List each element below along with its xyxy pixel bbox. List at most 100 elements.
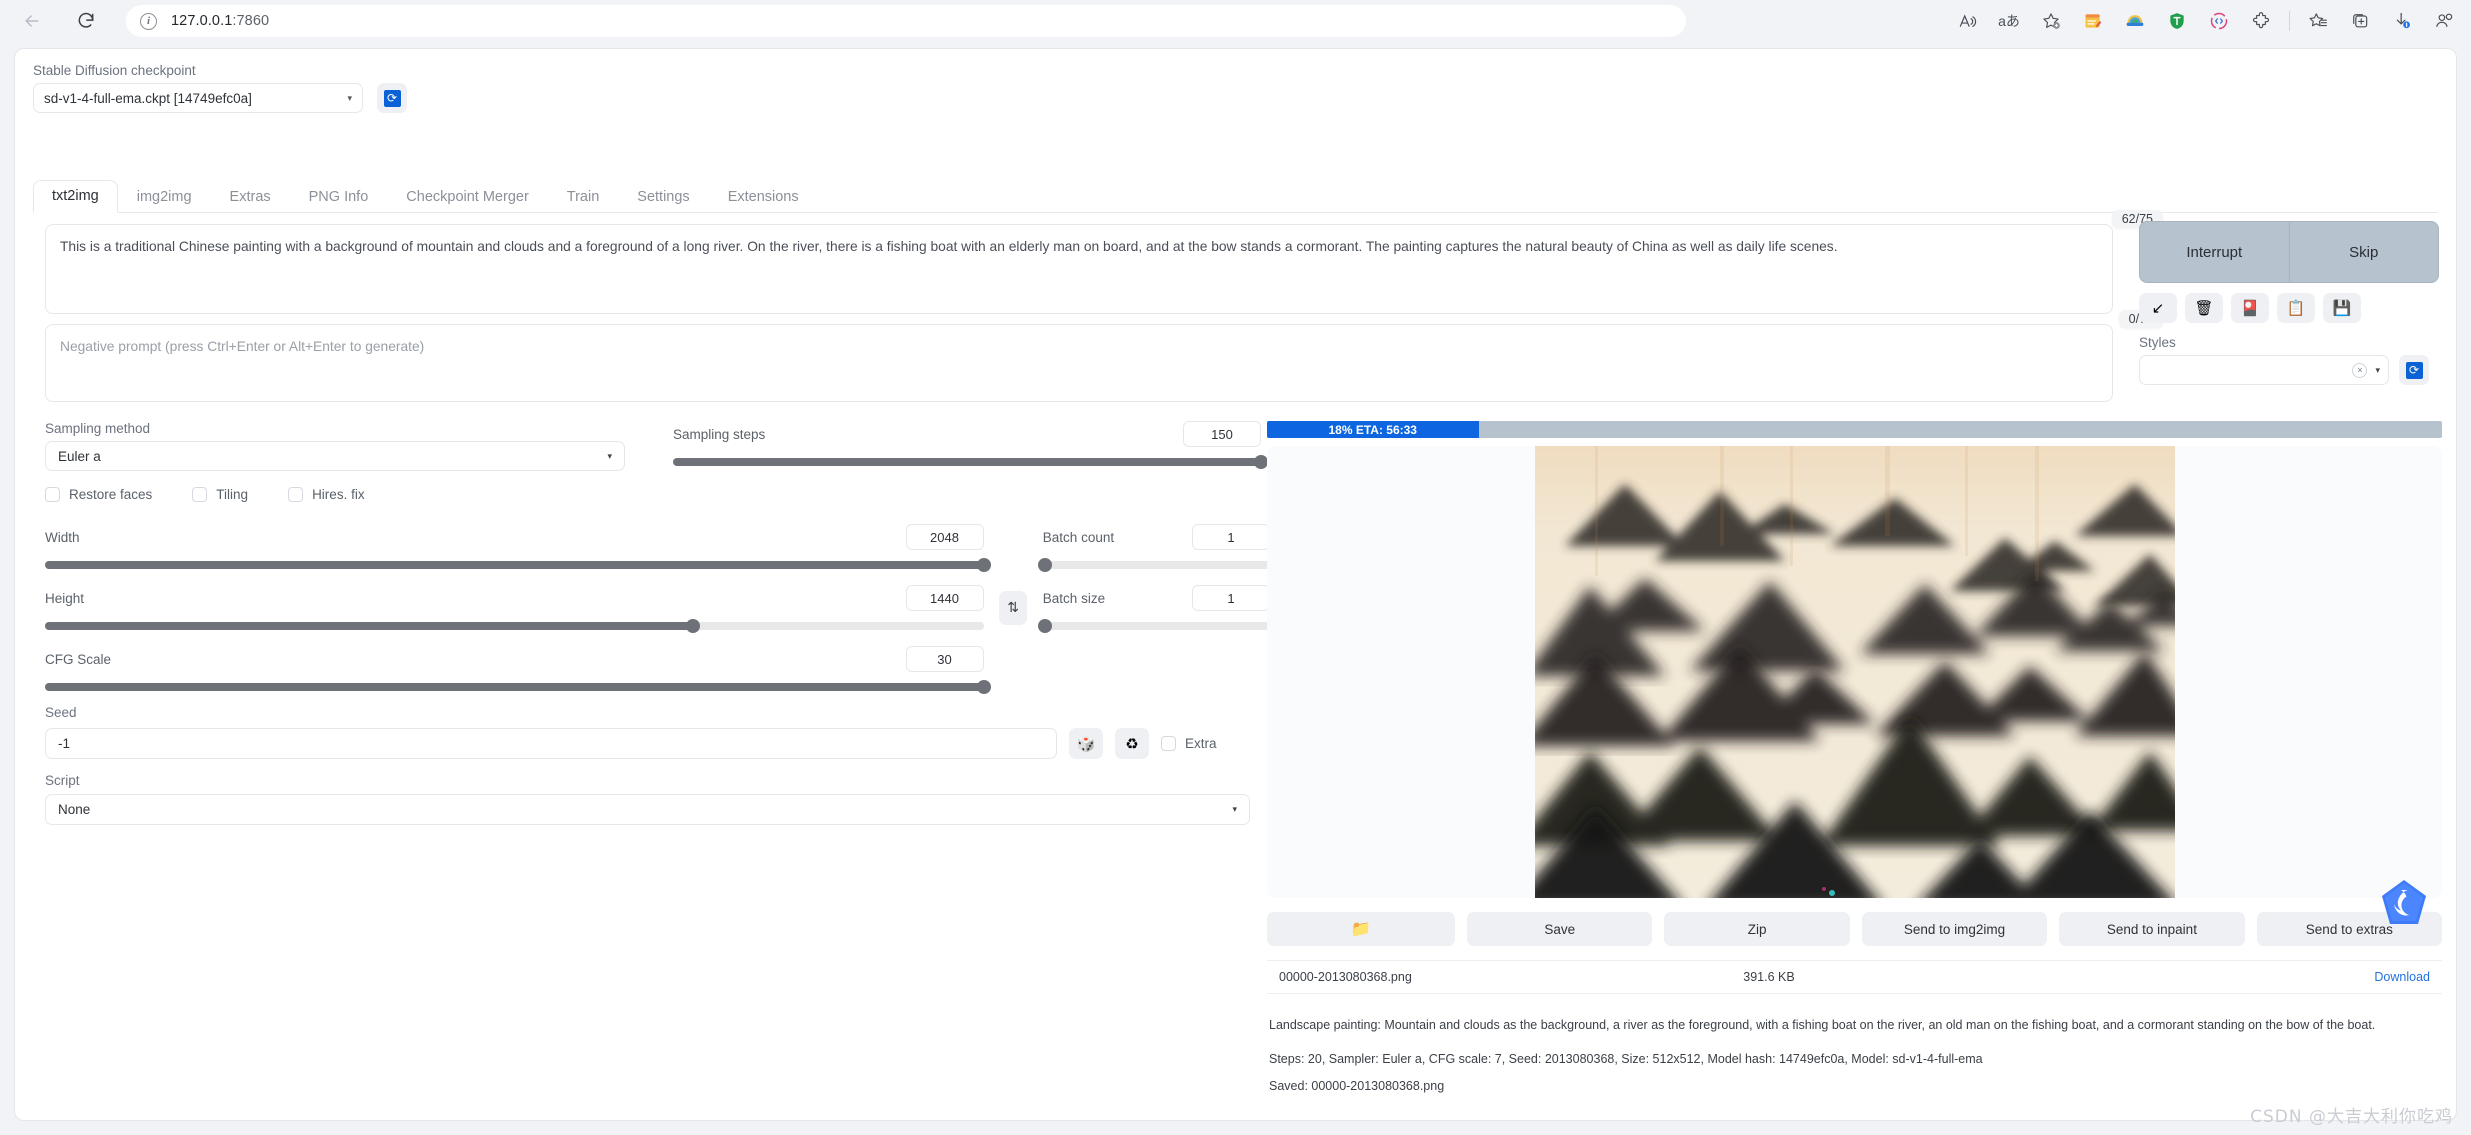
open-folder-button[interactable]: 📁 [1267,912,1455,946]
floppy-save-icon[interactable]: 💾 [2323,293,2361,323]
code-extension-icon[interactable] [2202,4,2236,38]
refresh-styles-button[interactable]: ⟳ [2399,355,2429,385]
negative-prompt-input[interactable]: Negative prompt (press Ctrl+Enter or Alt… [45,324,2113,402]
cfg-scale-slider[interactable] [45,680,991,694]
seed-label: Seed [45,705,77,720]
url-host: 127.0.0.1 [171,13,233,29]
refresh-checkpoint-button[interactable]: ⟳ [377,83,407,113]
close-icon[interactable]: × [2352,362,2368,378]
progress-fill: 18% ETA: 56:33 [1267,421,1479,438]
width-slider[interactable] [45,558,991,572]
save-button[interactable]: Save [1467,912,1653,946]
tab-train[interactable]: Train [548,181,619,213]
tab-settings[interactable]: Settings [618,181,708,213]
generated-image[interactable] [1534,446,2175,898]
seed-input[interactable]: -1 [45,728,1057,759]
tiling-checkbox[interactable]: Tiling [192,487,248,502]
toggles-row: Restore faces Tiling Hires. fix [45,487,1270,502]
checkbox-icon [45,487,60,502]
arrow-down-left-icon[interactable]: ↙ [2139,293,2177,323]
seed-section: Seed -1 🎲 ♻ Extra [45,705,1270,759]
clipboard-icon[interactable]: 📋 [2277,293,2315,323]
styles-row: × ▾ ⟳ [2139,355,2439,385]
downloads-icon[interactable] [2385,4,2419,38]
swap-width-height-button[interactable]: ⇅ [999,590,1028,625]
sampling-steps-label: Sampling steps [673,426,766,442]
recycle-icon[interactable]: ♻ [1115,728,1149,759]
read-aloud-icon[interactable] [1950,4,1984,38]
tab-txt2img[interactable]: txt2img [33,180,118,213]
reload-icon[interactable] [68,3,104,39]
collections-icon[interactable] [2343,4,2377,38]
image-gallery[interactable] [1267,446,2442,898]
script-label: Script [45,773,80,788]
sampling-method-dropdown[interactable]: Euler a ▾ [45,441,625,471]
progress-bar: 18% ETA: 56:33 [1267,421,2442,438]
notes-extension-icon[interactable] [2076,4,2110,38]
width-value[interactable]: 2048 [905,524,984,550]
width-label: Width [45,529,80,545]
batch-sliders: Batch count 1 Batch size 1 [1038,524,1271,691]
trash-icon[interactable]: 🗑 [2185,293,2223,323]
sampling-steps-slider[interactable] [673,455,1268,469]
shield-extension-icon[interactable] [2160,4,2194,38]
profile-icon[interactable] [2427,4,2461,38]
tab-checkpoint-merger[interactable]: Checkpoint Merger [387,181,548,213]
height-slider[interactable] [45,619,984,633]
deepl-floating-icon[interactable] [2378,878,2430,930]
paint-palette-icon[interactable]: 🎴 [2231,293,2269,323]
generation-params: Steps: 20, Sampler: Euler a, CFG scale: … [1269,1051,1983,1066]
width-field: Width 2048 [45,524,991,572]
generation-caption: Landscape painting: Mountain and clouds … [1269,1018,2376,1032]
batch-size-field: Batch size 1 [1038,585,1271,633]
back-arrow-icon[interactable] [14,3,50,39]
sampling-steps-value[interactable]: 150 [1183,421,1261,447]
refresh-icon: ⟳ [2405,361,2423,379]
height-value[interactable]: 1440 [905,585,984,611]
dice-icon[interactable]: 🎲 [1069,728,1103,759]
batch-count-slider[interactable] [1038,558,1271,572]
prompt-section: 62/75 This is a traditional Chinese pain… [45,210,2163,402]
result-panel: 18% ETA: 56:33 📁 Save Zip Send to img2im… [1267,421,2443,1101]
favorites-list-icon[interactable] [2301,4,2335,38]
address-bar[interactable]: i 127.0.0.1:7860 [126,5,1686,37]
download-link[interactable]: Download [2374,970,2430,984]
tiling-label: Tiling [216,487,249,502]
styles-dropdown[interactable]: × ▾ [2139,355,2389,385]
extra-label: Extra [1185,736,1217,751]
extra-seed-checkbox[interactable]: Extra [1161,736,1217,751]
puzzle-extensions-icon[interactable] [2244,4,2278,38]
tab-img2img[interactable]: img2img [118,181,211,213]
restore-faces-checkbox[interactable]: Restore faces [45,487,152,502]
checkbox-icon [192,487,208,502]
url-port: :7860 [232,13,270,29]
interrupt-skip-group: Interrupt Skip [2139,221,2439,283]
batch-size-slider[interactable] [1038,619,1271,633]
cfg-scale-value[interactable]: 30 [905,646,984,672]
add-favorite-icon[interactable] [2034,4,2068,38]
zip-button[interactable]: Zip [1664,912,1850,946]
batch-count-label: Batch count [1042,529,1115,545]
hires-fix-checkbox[interactable]: Hires. fix [288,487,365,502]
script-dropdown[interactable]: None ▾ [45,794,1250,825]
output-buttons: 📁 Save Zip Send to img2img Send to inpai… [1267,912,2443,946]
send-to-img2img-button[interactable]: Send to img2img [1861,912,2048,946]
site-info-icon[interactable]: i [140,12,157,30]
dimensions-row: Width 2048 Height 1440 CFG Scale 30 ⇅ Ba… [45,524,1271,694]
translate-icon[interactable]: aあ [1992,4,2026,38]
interrupt-button[interactable]: Interrupt [2139,221,2289,283]
batch-count-value[interactable]: 1 [1192,524,1271,550]
skip-button[interactable]: Skip [2288,221,2439,283]
styles-label: Styles [2139,335,2176,350]
sampling-steps-field: Sampling steps 150 [653,421,1268,471]
checkpoint-dropdown[interactable]: sd-v1-4-full-ema.ckpt [14749efc0a] ▾ [33,83,363,113]
tab-png-info[interactable]: PNG Info [290,181,388,213]
batch-size-value[interactable]: 1 [1192,585,1271,611]
main-tabs: txt2img img2img Extras PNG Info Checkpoi… [33,177,2438,213]
send-to-inpaint-button[interactable]: Send to inpaint [2059,912,2245,946]
rainbow-extension-icon[interactable] [2118,4,2152,38]
positive-prompt-input[interactable]: This is a traditional Chinese painting w… [45,224,2113,314]
size-sliders: Width 2048 Height 1440 CFG Scale 30 [45,524,991,694]
tab-extras[interactable]: Extras [211,181,290,213]
tab-extensions[interactable]: Extensions [709,181,818,213]
